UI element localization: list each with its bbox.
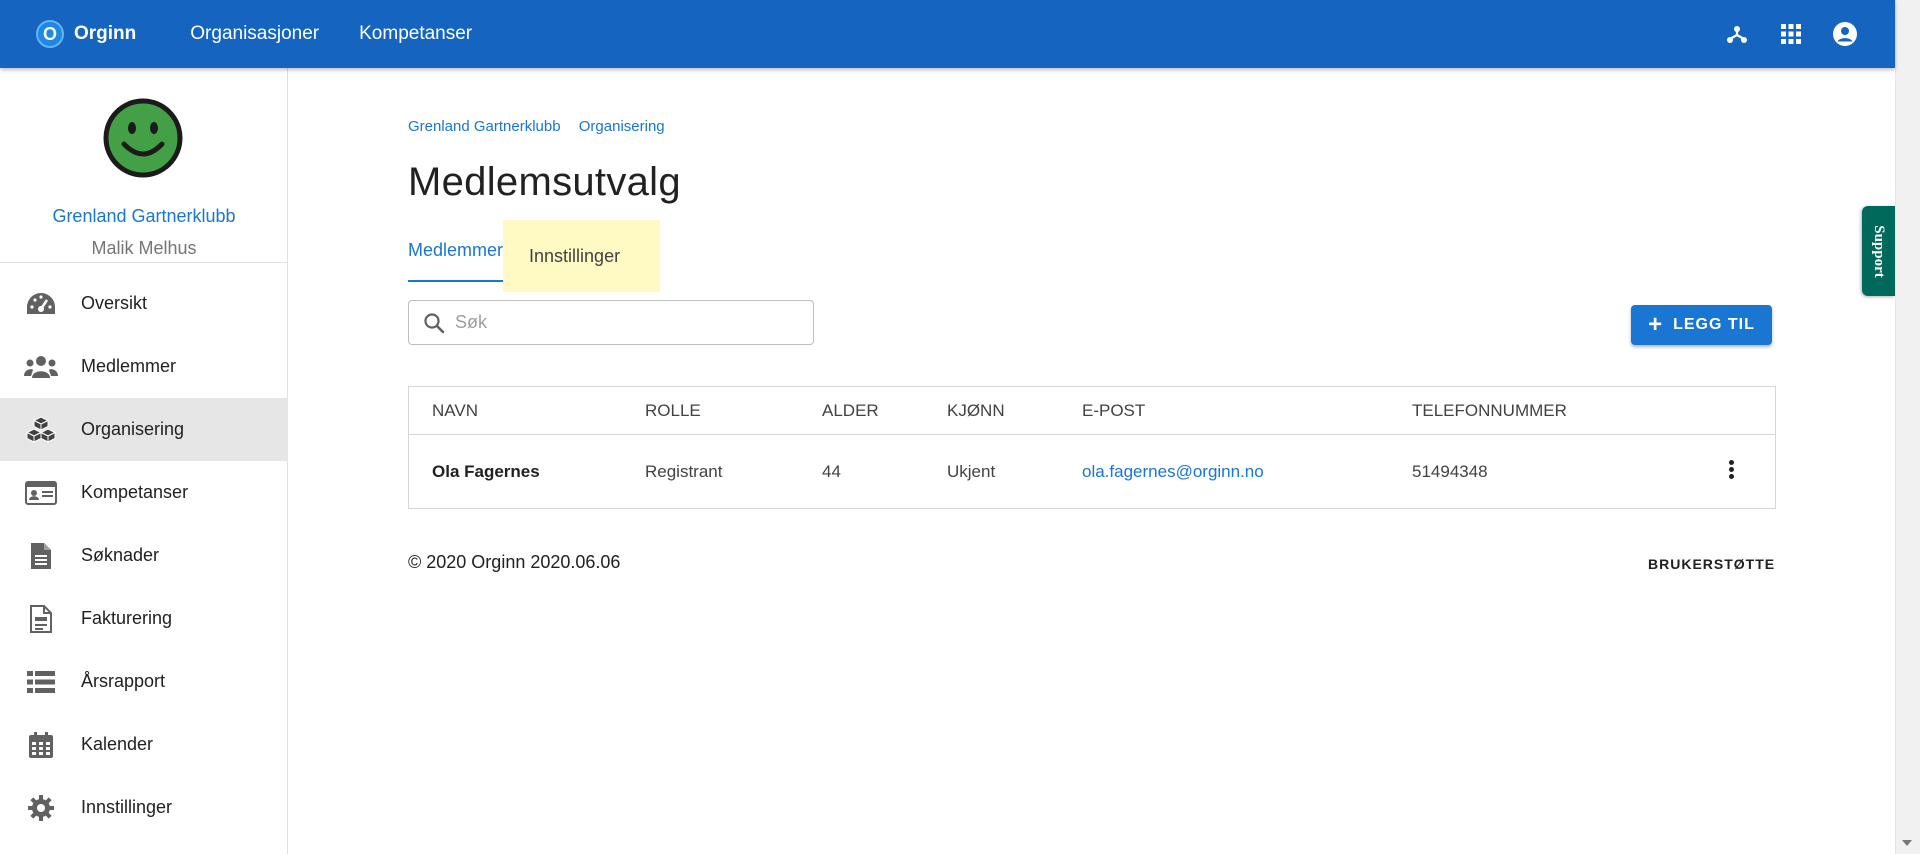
cell-telefon: 51494348	[1412, 462, 1488, 481]
hierarchy-icon[interactable]	[1723, 20, 1751, 48]
sidebar-menu: Oversikt Medlemmer Organisering Kompetan…	[0, 272, 288, 839]
invoice-icon	[24, 602, 58, 636]
sidebar-divider	[0, 262, 288, 263]
header-kjonn[interactable]: KJØNN	[947, 387, 1005, 434]
sidebar-item-label: Oversikt	[81, 293, 148, 313]
sidebar-item-label: Kompetanser	[81, 482, 189, 502]
calendar-icon	[24, 728, 58, 762]
breadcrumb-organisering[interactable]: Organisering	[579, 118, 665, 135]
search-input[interactable]	[455, 312, 795, 333]
cell-epost-link[interactable]: ola.fagernes@orginn.no	[1082, 435, 1264, 509]
sidebar-item-label: Søknader	[81, 545, 160, 565]
sidebar-item-fakturering[interactable]: Fakturering	[0, 587, 288, 650]
cell-alder: 44	[822, 462, 841, 481]
sidebar-item-label: Årsrapport	[81, 671, 166, 691]
gear-icon	[24, 791, 58, 825]
account-circle-icon[interactable]	[1831, 20, 1859, 48]
brand-logo: O	[36, 20, 64, 48]
sidebar-item-soknader[interactable]: Søknader	[0, 524, 288, 587]
id-card-icon	[24, 476, 58, 510]
footer-copyright: © 2020 Orginn 2020.06.06	[408, 552, 621, 572]
support-tab[interactable]: Support	[1862, 206, 1895, 296]
search-icon	[423, 311, 447, 335]
cell-rolle: Registrant	[645, 462, 723, 481]
sidebar-item-organisering[interactable]: Organisering	[0, 398, 288, 461]
nav-kompetanser[interactable]: Kompetanser	[359, 23, 472, 45]
sidebar-item-label: Kalender	[81, 734, 154, 754]
add-button[interactable]: + LEGG TIL	[1631, 305, 1772, 345]
sidebar-item-label: Organisering	[81, 419, 185, 439]
people-icon	[24, 350, 58, 384]
more-vert-icon[interactable]	[1727, 460, 1735, 484]
sidebar: Grenland Gartnerklubb Malik Melhus Overs…	[0, 68, 288, 854]
members-table: NAVN ROLLE ALDER KJØNN E-POST TELEFONNUM…	[408, 386, 1776, 509]
avatar-smiley-icon	[103, 98, 183, 178]
sidebar-item-kalender[interactable]: Kalender	[0, 713, 288, 776]
add-button-label: LEGG TIL	[1673, 316, 1755, 333]
search-box[interactable]	[408, 300, 814, 345]
header-rolle[interactable]: ROLLE	[645, 387, 701, 434]
document-icon	[24, 539, 58, 573]
scroll-down-arrow-icon[interactable]	[1902, 840, 1912, 846]
header-alder[interactable]: ALDER	[822, 387, 879, 434]
apps-grid-icon[interactable]	[1777, 20, 1805, 48]
sidebar-item-arsrapport[interactable]: Årsrapport	[0, 650, 288, 713]
sidebar-item-label: Medlemmer	[81, 356, 177, 376]
sidebar-item-label: Innstillinger	[81, 797, 173, 817]
page-title: Medlemsutvalg	[408, 160, 681, 204]
support-tab-label: Support	[1871, 224, 1887, 278]
table-header: NAVN ROLLE ALDER KJØNN E-POST TELEFONNUM…	[409, 387, 1775, 435]
sidebar-item-kompetanser[interactable]: Kompetanser	[0, 461, 288, 524]
dashboard-gauge-icon	[24, 287, 58, 321]
sidebar-item-label: Fakturering	[81, 608, 173, 628]
footer-support-link[interactable]: BRUKERSTØTTE	[1648, 556, 1775, 572]
org-name[interactable]: Grenland Gartnerklubb	[0, 206, 288, 227]
tabs: Medlemmer Innstillinger	[408, 220, 661, 292]
nav-organisasjoner[interactable]: Organisasjoner	[190, 23, 319, 45]
breadcrumb: Grenland Gartnerklubb Organisering	[408, 118, 679, 135]
cell-kjonn: Ukjent	[947, 462, 996, 481]
scrollbar[interactable]	[1895, 0, 1920, 854]
header-telefon[interactable]: TELEFONNUMMER	[1412, 387, 1567, 434]
cell-navn: Ola Fagernes	[432, 462, 540, 481]
tab-innstillinger[interactable]: Innstillinger	[503, 220, 661, 292]
table-row[interactable]: Ola Fagernes Registrant 44 Ukjent ola.fa…	[409, 435, 1775, 509]
list-icon	[24, 665, 58, 699]
top-icons	[1697, 0, 1859, 68]
tab-medlemmer[interactable]: Medlemmer	[408, 220, 504, 282]
brand-name: Orginn	[74, 23, 137, 44]
top-app-bar: O Orginn Organisasjoner Kompetanser	[0, 0, 1895, 68]
top-nav: Organisasjoner Kompetanser	[190, 23, 512, 45]
cubes-icon	[24, 413, 58, 447]
breadcrumb-org[interactable]: Grenland Gartnerklubb	[408, 118, 561, 135]
header-navn[interactable]: NAVN	[432, 387, 478, 434]
user-name: Malik Melhus	[91, 238, 197, 258]
plus-icon: +	[1648, 311, 1664, 338]
header-epost[interactable]: E-POST	[1082, 387, 1145, 434]
sidebar-item-oversikt[interactable]: Oversikt	[0, 272, 288, 335]
sidebar-item-innstillinger[interactable]: Innstillinger	[0, 776, 288, 839]
brand[interactable]: O Orginn	[36, 20, 136, 48]
sidebar-item-medlemmer[interactable]: Medlemmer	[0, 335, 288, 398]
